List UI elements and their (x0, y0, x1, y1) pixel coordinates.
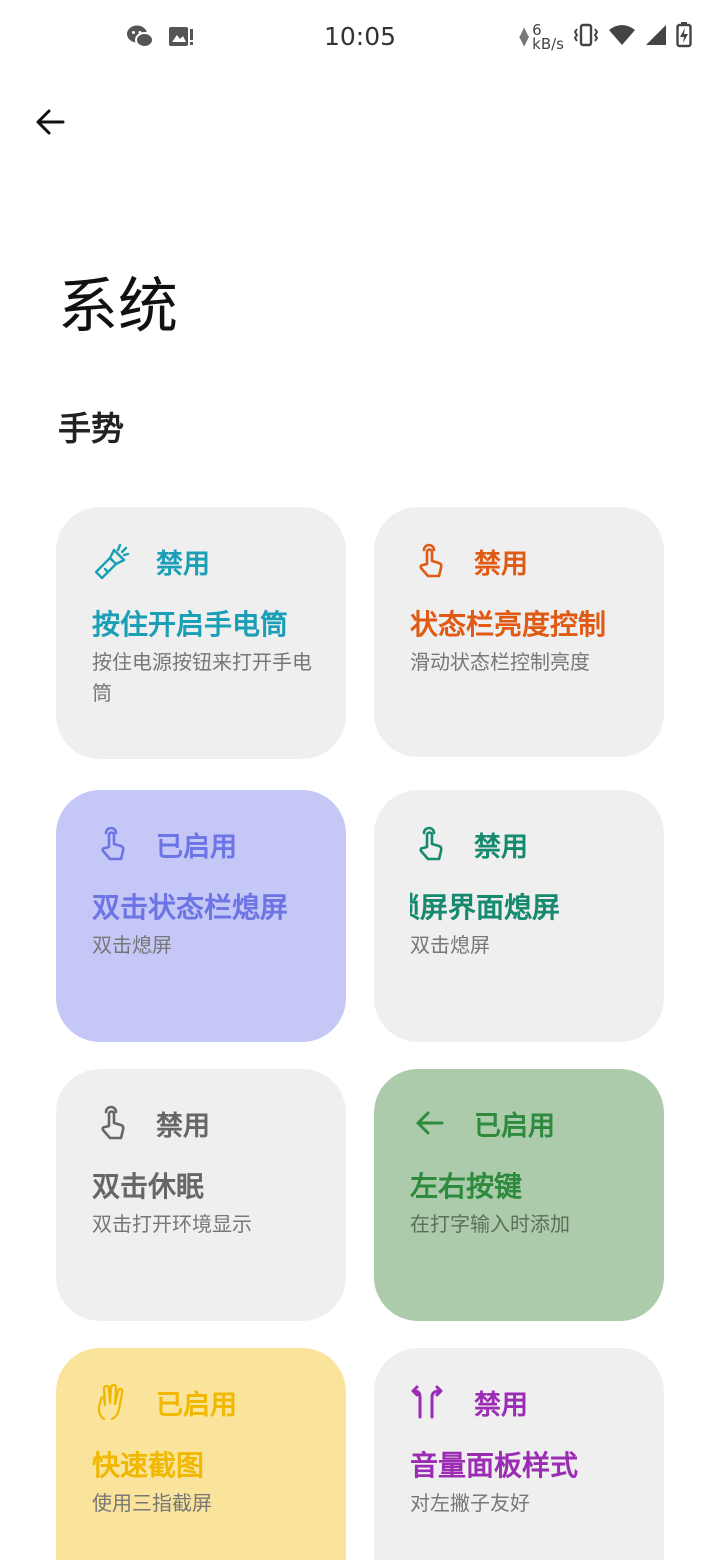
system-icons: ▲ ▼ 6 kB/s (519, 22, 692, 52)
card-desc: 按住电源按钮来打开手电筒 (92, 650, 312, 705)
arrow-left-icon (410, 1104, 448, 1142)
card-title-text: 锁屏界面熄屏 (410, 891, 561, 924)
card-desc: 对左撇子友好 (410, 1491, 530, 1515)
card-title: 快速截图 (92, 1449, 205, 1482)
touch-hand-icon (92, 1104, 130, 1142)
arrow-back-icon (36, 109, 65, 135)
card-status: 禁用 (156, 1110, 210, 1142)
status-bar: 10:05 ▲ ▼ 6 kB/s (0, 0, 720, 78)
touch-hand-icon (92, 825, 130, 863)
card-desc: 双击熄屏 (92, 933, 172, 957)
touch-hand-icon (410, 825, 448, 863)
wifi-icon (608, 23, 636, 51)
card-arrow-keys[interactable]: 已启用 左右按键 在打字输入时添加 (374, 1069, 664, 1321)
card-title: 按住开启手电筒 (92, 608, 289, 641)
card-status: 禁用 (474, 548, 528, 580)
card-quick-screenshot[interactable]: 已启用 快速截图 使用三指截屏 (56, 1348, 346, 1560)
card-status: 已启用 (156, 1389, 237, 1421)
net-speed-unit: kB/s (532, 35, 564, 53)
card-title: 左右按键 (410, 1170, 523, 1203)
card-statusbar-brightness[interactable]: 禁用 状态栏亮度控制 滑动状态栏控制亮度 (374, 507, 664, 757)
touch-hand-icon (410, 542, 448, 580)
card-title: 锁屏界面熄屏 (410, 886, 630, 926)
split-arrows-icon (410, 1383, 448, 1421)
battery-charging-icon (676, 22, 692, 52)
card-desc: 在打字输入时添加 (410, 1212, 570, 1236)
page-title: 系统 (58, 272, 178, 342)
card-desc: 双击熄屏 (410, 933, 490, 957)
vibrate-icon (572, 22, 600, 52)
card-title: 音量面板样式 (410, 1449, 579, 1482)
card-status: 已启用 (474, 1110, 555, 1142)
card-title: 双击休眠 (92, 1170, 205, 1203)
network-speed: ▲ ▼ 6 kB/s (519, 23, 564, 53)
card-desc: 使用三指截屏 (92, 1491, 212, 1515)
three-finger-icon (92, 1383, 130, 1421)
card-status: 禁用 (474, 831, 528, 863)
card-double-tap-sleep[interactable]: 禁用 双击休眠 双击打开环境显示 (56, 1069, 346, 1321)
card-status: 已启用 (156, 831, 237, 863)
card-volume-panel-style[interactable]: 禁用 音量面板样式 对左撇子友好 (374, 1348, 664, 1560)
cell-signal-icon (644, 23, 668, 51)
flashlight-icon (92, 542, 130, 580)
data-arrows-icon: ▲ ▼ (519, 25, 530, 49)
card-status: 禁用 (474, 1389, 528, 1421)
card-flashlight[interactable]: 禁用 按住开启手电筒 按住电源按钮来打开手电筒 (56, 507, 346, 759)
card-title: 双击状态栏熄屏 (92, 891, 289, 924)
card-status: 禁用 (156, 548, 210, 580)
card-lockscreen-sleep[interactable]: 禁用 锁屏界面熄屏 双击熄屏 (374, 790, 664, 1042)
card-title: 状态栏亮度控制 (410, 608, 607, 641)
card-desc: 滑动状态栏控制亮度 (410, 650, 590, 674)
section-title: 手势 (58, 409, 124, 448)
card-double-tap-statusbar-sleep[interactable]: 已启用 双击状态栏熄屏 双击熄屏 (56, 790, 346, 1042)
back-button[interactable] (28, 100, 72, 144)
card-desc: 双击打开环境显示 (92, 1212, 252, 1236)
